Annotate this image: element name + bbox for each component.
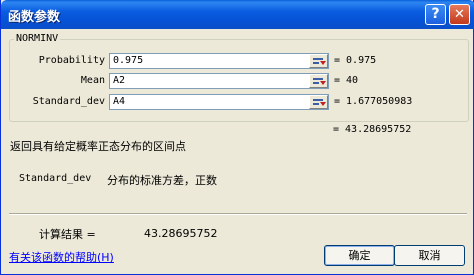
function-name-label: NORMINV: [14, 33, 61, 44]
function-arguments-dialog: 函数参数 ? ✕ NORMINV Probability 0.975 = 0.9…: [0, 0, 474, 275]
calc-result-label: 计算结果 =: [39, 228, 96, 241]
standard-dev-result: = 1.677050983: [334, 96, 413, 107]
help-button[interactable]: ?: [425, 4, 446, 25]
cancel-button[interactable]: 取消: [394, 245, 465, 266]
mean-collapse-button[interactable]: [309, 74, 328, 88]
argument-help-name: Standard_dev: [19, 173, 92, 184]
title-bar[interactable]: 函数参数 ? ✕: [1, 0, 474, 29]
function-description: 返回具有给定概率正态分布的区间点: [10, 140, 186, 153]
standard-dev-input[interactable]: A4: [109, 94, 329, 110]
function-help-link[interactable]: 有关该函数的帮助(H): [9, 249, 114, 265]
mean-label: Mean: [80, 75, 105, 86]
dialog-title: 函数参数: [8, 10, 61, 25]
probability-result: = 0.975: [334, 55, 377, 66]
probability-collapse-button[interactable]: [309, 54, 328, 68]
calc-result-value: 43.28695752: [144, 227, 218, 240]
ok-button[interactable]: 确定: [324, 245, 395, 266]
mean-result: = 40: [334, 75, 359, 86]
standard-dev-collapse-button[interactable]: [309, 95, 328, 109]
close-button[interactable]: ✕: [449, 4, 470, 25]
divider: [9, 213, 467, 215]
standard-dev-label: Standard_dev: [32, 96, 105, 107]
argument-help-text: 分布的标准方差，正数: [107, 174, 217, 187]
probability-input[interactable]: 0.975: [109, 53, 329, 69]
probability-label: Probability: [38, 55, 105, 66]
formula-result-preview: = 43.28695752: [333, 124, 412, 135]
mean-input[interactable]: A2: [109, 73, 329, 89]
